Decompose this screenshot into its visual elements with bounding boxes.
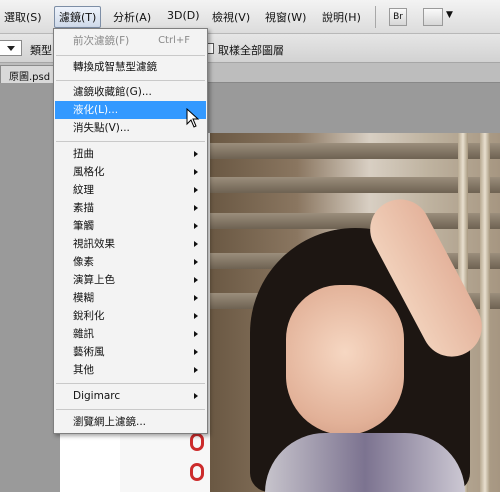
sample-all-layers-label: 取樣全部圖層 xyxy=(218,44,284,57)
menu-window[interactable]: 視窗(W) xyxy=(265,9,306,25)
subject-shirt xyxy=(265,433,465,492)
menu-help[interactable]: 說明(H) xyxy=(322,9,361,25)
menu-item-liquify[interactable]: 液化(L)... xyxy=(55,101,206,119)
menu-analysis[interactable]: 分析(A) xyxy=(113,9,151,25)
menu-item-label: 筆觸 xyxy=(73,220,94,232)
chevron-down-icon[interactable]: ▼ xyxy=(446,10,453,20)
type-label: 類型 xyxy=(30,44,52,57)
wooden-post xyxy=(480,133,490,492)
menu-item-render[interactable]: 演算上色 xyxy=(55,271,206,289)
filter-menu: 前次濾鏡(F) Ctrl+F 轉換成智慧型濾鏡 濾鏡收藏館(G)... 液化(L… xyxy=(53,28,208,434)
menu-item-sketch[interactable]: 素描 xyxy=(55,199,206,217)
submenu-arrow-icon xyxy=(194,349,198,355)
decorative-glyph-icon xyxy=(190,433,204,451)
menubar-divider xyxy=(375,6,376,28)
submenu-arrow-icon xyxy=(194,169,198,175)
menu-separator xyxy=(56,55,205,56)
bench-plank xyxy=(210,213,500,229)
menu-item-label: 消失點(V)... xyxy=(73,122,130,134)
submenu-arrow-icon xyxy=(194,259,198,265)
submenu-arrow-icon xyxy=(194,241,198,247)
menu-item-label: 前次濾鏡(F) xyxy=(73,35,130,47)
bench-plank xyxy=(210,143,500,159)
menu-item-video[interactable]: 視訊效果 xyxy=(55,235,206,253)
decorative-glyph-icon xyxy=(190,463,204,481)
menu-item-label: 風格化 xyxy=(73,166,105,178)
menu-item-label: 液化(L)... xyxy=(73,104,119,116)
submenu-arrow-icon xyxy=(194,151,198,157)
menu-item-label: 轉換成智慧型濾鏡 xyxy=(73,61,157,73)
menu-separator xyxy=(56,383,205,384)
menu-item-label: 藝術風 xyxy=(73,346,105,358)
submenu-arrow-icon xyxy=(194,187,198,193)
menu-item-label: 雜訊 xyxy=(73,328,94,340)
submenu-arrow-icon xyxy=(194,313,198,319)
menu-item-label: 濾鏡收藏館(G)... xyxy=(73,86,152,98)
menu-item-blur[interactable]: 模糊 xyxy=(55,289,206,307)
menu-item-distort[interactable]: 扭曲 xyxy=(55,145,206,163)
menu-separator xyxy=(56,141,205,142)
menu-item-texture[interactable]: 紋理 xyxy=(55,181,206,199)
menu-item-browse-online[interactable]: 瀏覽網上濾鏡... xyxy=(55,413,206,431)
menu-item-label: 模糊 xyxy=(73,292,94,304)
menu-item-brush-strokes[interactable]: 筆觸 xyxy=(55,217,206,235)
menu-item-gallery[interactable]: 濾鏡收藏館(G)... xyxy=(55,83,206,101)
submenu-arrow-icon xyxy=(194,393,198,399)
submenu-arrow-icon xyxy=(194,223,198,229)
menu-filter[interactable]: 濾鏡(T) xyxy=(54,6,102,28)
document-tab[interactable]: 原圖.psd xyxy=(0,65,60,83)
menu-item-vanishing-point[interactable]: 消失點(V)... xyxy=(55,119,206,137)
subject-face xyxy=(286,285,404,435)
menu-item-digimarc[interactable]: Digimarc xyxy=(55,387,206,405)
menu-item-label: Digimarc xyxy=(73,390,121,402)
screen-mode-button[interactable] xyxy=(423,8,443,26)
menu-item-label: 紋理 xyxy=(73,184,94,196)
menu-item-label: 視訊效果 xyxy=(73,238,115,250)
submenu-arrow-icon xyxy=(194,277,198,283)
menu-item-label: 其他 xyxy=(73,364,94,376)
menu-item-label: 像素 xyxy=(73,256,94,268)
menu-item-label: 素描 xyxy=(73,202,94,214)
menu-item-artistic[interactable]: 藝術風 xyxy=(55,343,206,361)
menu-item-label: 扭曲 xyxy=(73,148,94,160)
menu-item-convert-smart[interactable]: 轉換成智慧型濾鏡 xyxy=(55,58,206,76)
submenu-arrow-icon xyxy=(194,205,198,211)
menu-view[interactable]: 檢視(V) xyxy=(212,9,250,25)
bridge-button[interactable]: Br xyxy=(389,8,407,26)
menu-item-label: 銳利化 xyxy=(73,310,105,322)
bench-plank xyxy=(210,177,500,193)
submenu-arrow-icon xyxy=(194,331,198,337)
menu-item-stylize[interactable]: 風格化 xyxy=(55,163,206,181)
photo-image xyxy=(210,133,500,492)
tool-preset-dropdown[interactable] xyxy=(0,40,22,56)
submenu-arrow-icon xyxy=(194,295,198,301)
submenu-arrow-icon xyxy=(194,367,198,373)
menu-separator xyxy=(56,80,205,81)
menu-item-other[interactable]: 其他 xyxy=(55,361,206,379)
menu-item-noise[interactable]: 雜訊 xyxy=(55,325,206,343)
menu-separator xyxy=(56,409,205,410)
shortcut-label: Ctrl+F xyxy=(158,35,190,46)
menu-item-last-filter[interactable]: 前次濾鏡(F) Ctrl+F xyxy=(55,32,206,50)
menu-item-sharpen[interactable]: 銳利化 xyxy=(55,307,206,325)
menu-item-label: 瀏覽網上濾鏡... xyxy=(73,416,147,428)
menu-item-label: 演算上色 xyxy=(73,274,115,286)
menu-3d[interactable]: 3D(D) xyxy=(167,9,200,22)
mouse-cursor-icon xyxy=(186,108,200,128)
menu-select[interactable]: 選取(S) xyxy=(4,9,42,25)
menu-item-pixelate[interactable]: 像素 xyxy=(55,253,206,271)
